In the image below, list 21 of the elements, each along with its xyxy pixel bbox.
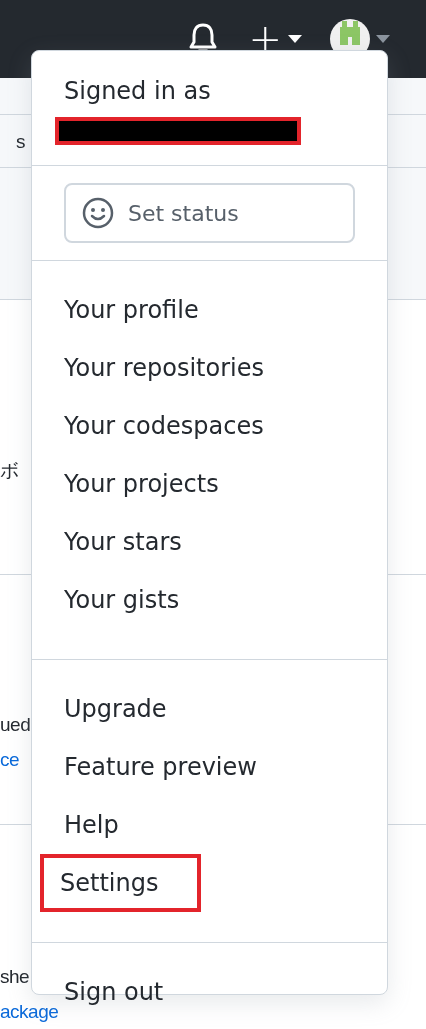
- menu-item[interactable]: Your repositories: [44, 339, 284, 397]
- signed-in-label: Signed in as: [64, 79, 212, 103]
- text-fragment: ボ: [0, 461, 19, 480]
- caret-icon: [288, 35, 302, 43]
- link[interactable]: ce: [0, 750, 20, 769]
- menu-item[interactable]: Your codespaces: [44, 397, 284, 455]
- menu-item[interactable]: Settings: [40, 854, 202, 912]
- text-fragment: she: [0, 967, 30, 986]
- text-fragment: ued: [0, 715, 31, 734]
- menu-item[interactable]: Your profile: [44, 281, 219, 339]
- set-status-button[interactable]: Set status: [64, 183, 355, 243]
- menu-item[interactable]: Your projects: [44, 455, 239, 513]
- caret-icon: [376, 35, 390, 43]
- menu-item[interactable]: Feature preview: [44, 738, 277, 796]
- link[interactable]: ackage: [0, 1002, 59, 1021]
- menu-item[interactable]: Help: [44, 796, 139, 854]
- menu-item[interactable]: Your stars: [44, 513, 202, 571]
- smiley-icon: [82, 197, 114, 229]
- text-fragment: s: [16, 131, 25, 151]
- menu-item[interactable]: Upgrade: [44, 680, 187, 738]
- menu-item[interactable]: Your gists: [44, 571, 200, 629]
